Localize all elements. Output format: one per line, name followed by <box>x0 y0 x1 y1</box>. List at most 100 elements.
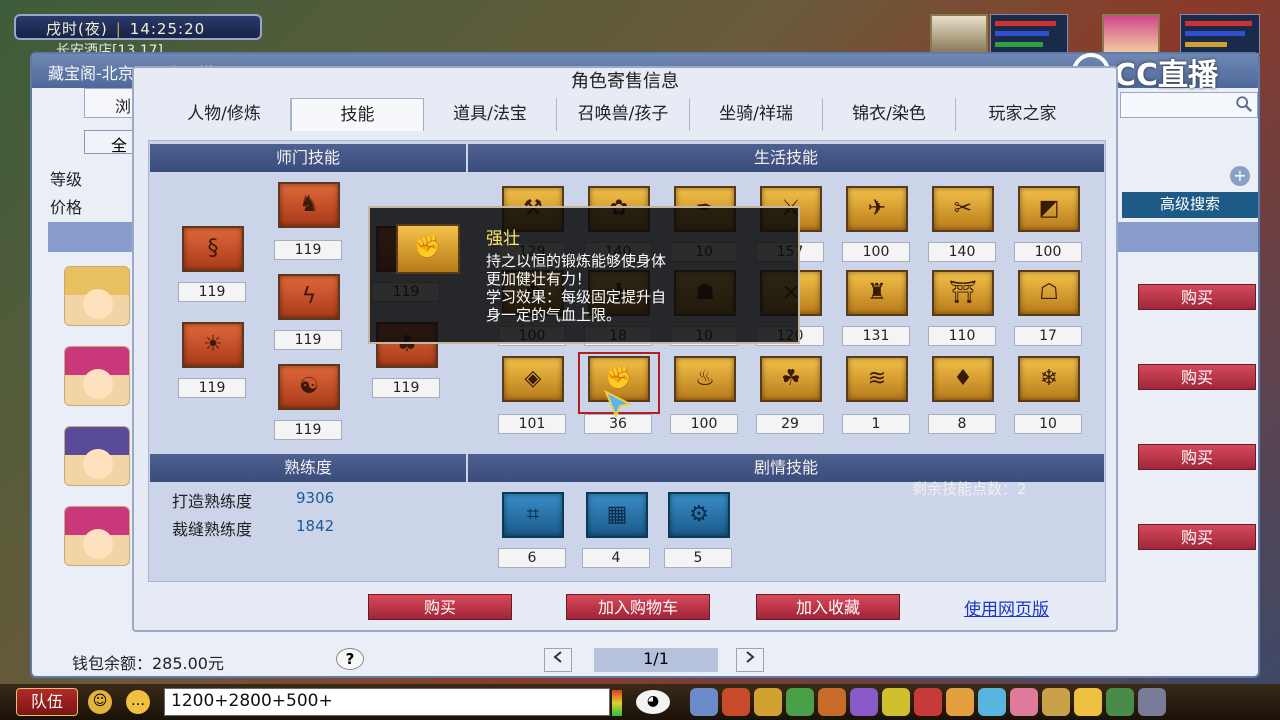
next-page-button[interactable] <box>736 648 764 672</box>
player-portrait[interactable] <box>1102 14 1160 54</box>
attack-icon[interactable] <box>690 688 718 716</box>
mail-icon[interactable] <box>978 688 1006 716</box>
sect-skills-header: 师门技能 <box>150 144 466 172</box>
task-icon[interactable] <box>882 688 910 716</box>
story-skill-icon[interactable]: ⌗ <box>502 492 564 538</box>
tab-outfits[interactable]: 锦衣/染色 <box>823 98 956 131</box>
tab-character[interactable]: 人物/修炼 <box>158 98 291 131</box>
tab-pets[interactable]: 召唤兽/孩子 <box>557 98 690 131</box>
friends-icon[interactable] <box>946 688 974 716</box>
give-icon[interactable] <box>754 688 782 716</box>
team-button[interactable]: 队伍 <box>16 688 78 716</box>
tooltip-line: 学习效果：每级固定提升自 <box>486 288 667 306</box>
skill-level: 101 <box>498 414 566 434</box>
remaining-points-label: 剩余技能点数： <box>912 480 1018 498</box>
expand-plus-icon[interactable]: + <box>1230 166 1250 186</box>
shop-icon[interactable] <box>1010 688 1038 716</box>
sect-skill-icon[interactable]: ☯ <box>278 364 340 410</box>
skill-level: 140 <box>928 242 996 262</box>
life-skill-icon[interactable]: ⛩ <box>932 270 994 316</box>
life-skill-icon[interactable]: ◈ <box>502 356 564 402</box>
story-skill-icon[interactable]: ⚙ <box>668 492 730 538</box>
sect-skill-icon[interactable]: ϟ <box>278 274 340 320</box>
chat-bubble-icon[interactable]: … <box>126 690 150 714</box>
game-clock: 戌时(夜) | 14:25:20 <box>14 14 262 40</box>
page-indicator: 1/1 <box>594 648 718 672</box>
buy-button[interactable]: 购买 <box>1138 284 1256 310</box>
proficiency-header: 熟练度 <box>150 454 466 482</box>
add-to-cart-button[interactable]: 加入购物车 <box>566 594 710 620</box>
forging-value: 9306 <box>296 489 335 507</box>
tab-mounts[interactable]: 坐骑/祥瑞 <box>690 98 823 131</box>
sect-skill-icon[interactable]: § <box>182 226 244 272</box>
life-skill-icon[interactable]: ♜ <box>846 270 908 316</box>
buy-button[interactable]: 购买 <box>1138 524 1256 550</box>
story-skill-icon[interactable]: ▦ <box>586 492 648 538</box>
time-period: 戌时(夜) <box>46 20 108 38</box>
tooltip-description: 持之以恒的锻炼能够使身体 更加健壮有力！ 学习效果：每级固定提升自 身一定的气血… <box>486 252 786 324</box>
activity-icon[interactable] <box>1042 688 1070 716</box>
trade-icon[interactable] <box>786 688 814 716</box>
remaining-points: 剩余技能点数：2 <box>912 478 1027 499</box>
settings-icon[interactable] <box>1138 688 1166 716</box>
life-skill-icon[interactable]: ♨ <box>674 356 736 402</box>
prev-page-button[interactable] <box>544 648 572 672</box>
life-skill-icon[interactable]: ✈ <box>846 186 908 232</box>
sect-skill-icon[interactable]: ☀ <box>182 322 244 368</box>
skill-level: 8 <box>928 414 996 434</box>
forging-label: 打造熟练度 <box>172 492 253 511</box>
remaining-points-value: 2 <box>1017 480 1027 498</box>
life-skill-icon[interactable]: ◩ <box>1018 186 1080 232</box>
chevron-right-icon <box>746 651 755 663</box>
life-skill-icon[interactable]: ✂ <box>932 186 994 232</box>
buy-button[interactable]: 购买 <box>368 594 512 620</box>
skill-level: 4 <box>582 548 650 568</box>
skill-level: 5 <box>664 548 732 568</box>
panda-icon[interactable]: ◕ <box>636 690 670 714</box>
tooltip-line: 更加健壮有力！ <box>486 270 592 288</box>
price-label: 价格 <box>50 198 83 217</box>
skill-level: 131 <box>842 326 910 346</box>
help-icon[interactable]: ? <box>336 648 364 670</box>
chat-input[interactable]: 1200+2800+500+ <box>164 688 610 716</box>
buy-button[interactable]: 购买 <box>1138 364 1256 390</box>
add-to-favorites-button[interactable]: 加入收藏 <box>756 594 900 620</box>
advanced-search-button[interactable]: 高级搜索 <box>1122 192 1258 218</box>
face-icon[interactable] <box>1074 688 1102 716</box>
tailoring-value: 1842 <box>296 517 335 535</box>
role-consignment-dialog: 角色寄售信息 人物/修炼 技能 道具/法宝 召唤兽/孩子 坐骑/祥瑞 锦衣/染色… <box>132 66 1118 632</box>
pet-icon[interactable] <box>850 688 878 716</box>
tab-skills[interactable]: 技能 <box>291 98 424 131</box>
skill-level: 29 <box>756 414 824 434</box>
skill-level: 17 <box>1014 326 1082 346</box>
watermark-text: CC直播 <box>1114 58 1219 93</box>
skill-level: 119 <box>274 420 342 440</box>
buy-button[interactable]: 购买 <box>1138 444 1256 470</box>
skill-level: 119 <box>274 240 342 260</box>
search-input[interactable] <box>1120 92 1258 118</box>
tab-items[interactable]: 道具/法宝 <box>424 98 557 131</box>
life-skill-icon[interactable]: ☘ <box>760 356 822 402</box>
life-skill-icon[interactable]: ❄ <box>1018 356 1080 402</box>
item-bag-icon[interactable] <box>722 688 750 716</box>
gang-icon[interactable] <box>914 688 942 716</box>
skill-level: 119 <box>372 378 440 398</box>
web-version-link[interactable]: 使用网页版 <box>964 595 1049 620</box>
life-skill-icon[interactable]: ♦ <box>932 356 994 402</box>
skill-level: 1 <box>842 414 910 434</box>
avatar <box>64 426 130 486</box>
tab-home[interactable]: 玩家之家 <box>956 98 1089 131</box>
pet-portrait[interactable] <box>930 14 988 54</box>
skill-level: 100 <box>842 242 910 262</box>
search-icon[interactable] <box>1235 95 1253 113</box>
system-icon[interactable] <box>1106 688 1134 716</box>
emote-icon[interactable]: ☺ <box>88 690 112 714</box>
dialog-title: 角色寄售信息 <box>571 71 679 92</box>
avatar <box>64 346 130 406</box>
quick-toolbar <box>690 688 1166 716</box>
life-skill-icon[interactable]: ☖ <box>1018 270 1080 316</box>
sect-skill-icon[interactable]: ♞ <box>278 182 340 228</box>
skill-level: 6 <box>498 548 566 568</box>
team-icon[interactable] <box>818 688 846 716</box>
life-skill-icon[interactable]: ≋ <box>846 356 908 402</box>
